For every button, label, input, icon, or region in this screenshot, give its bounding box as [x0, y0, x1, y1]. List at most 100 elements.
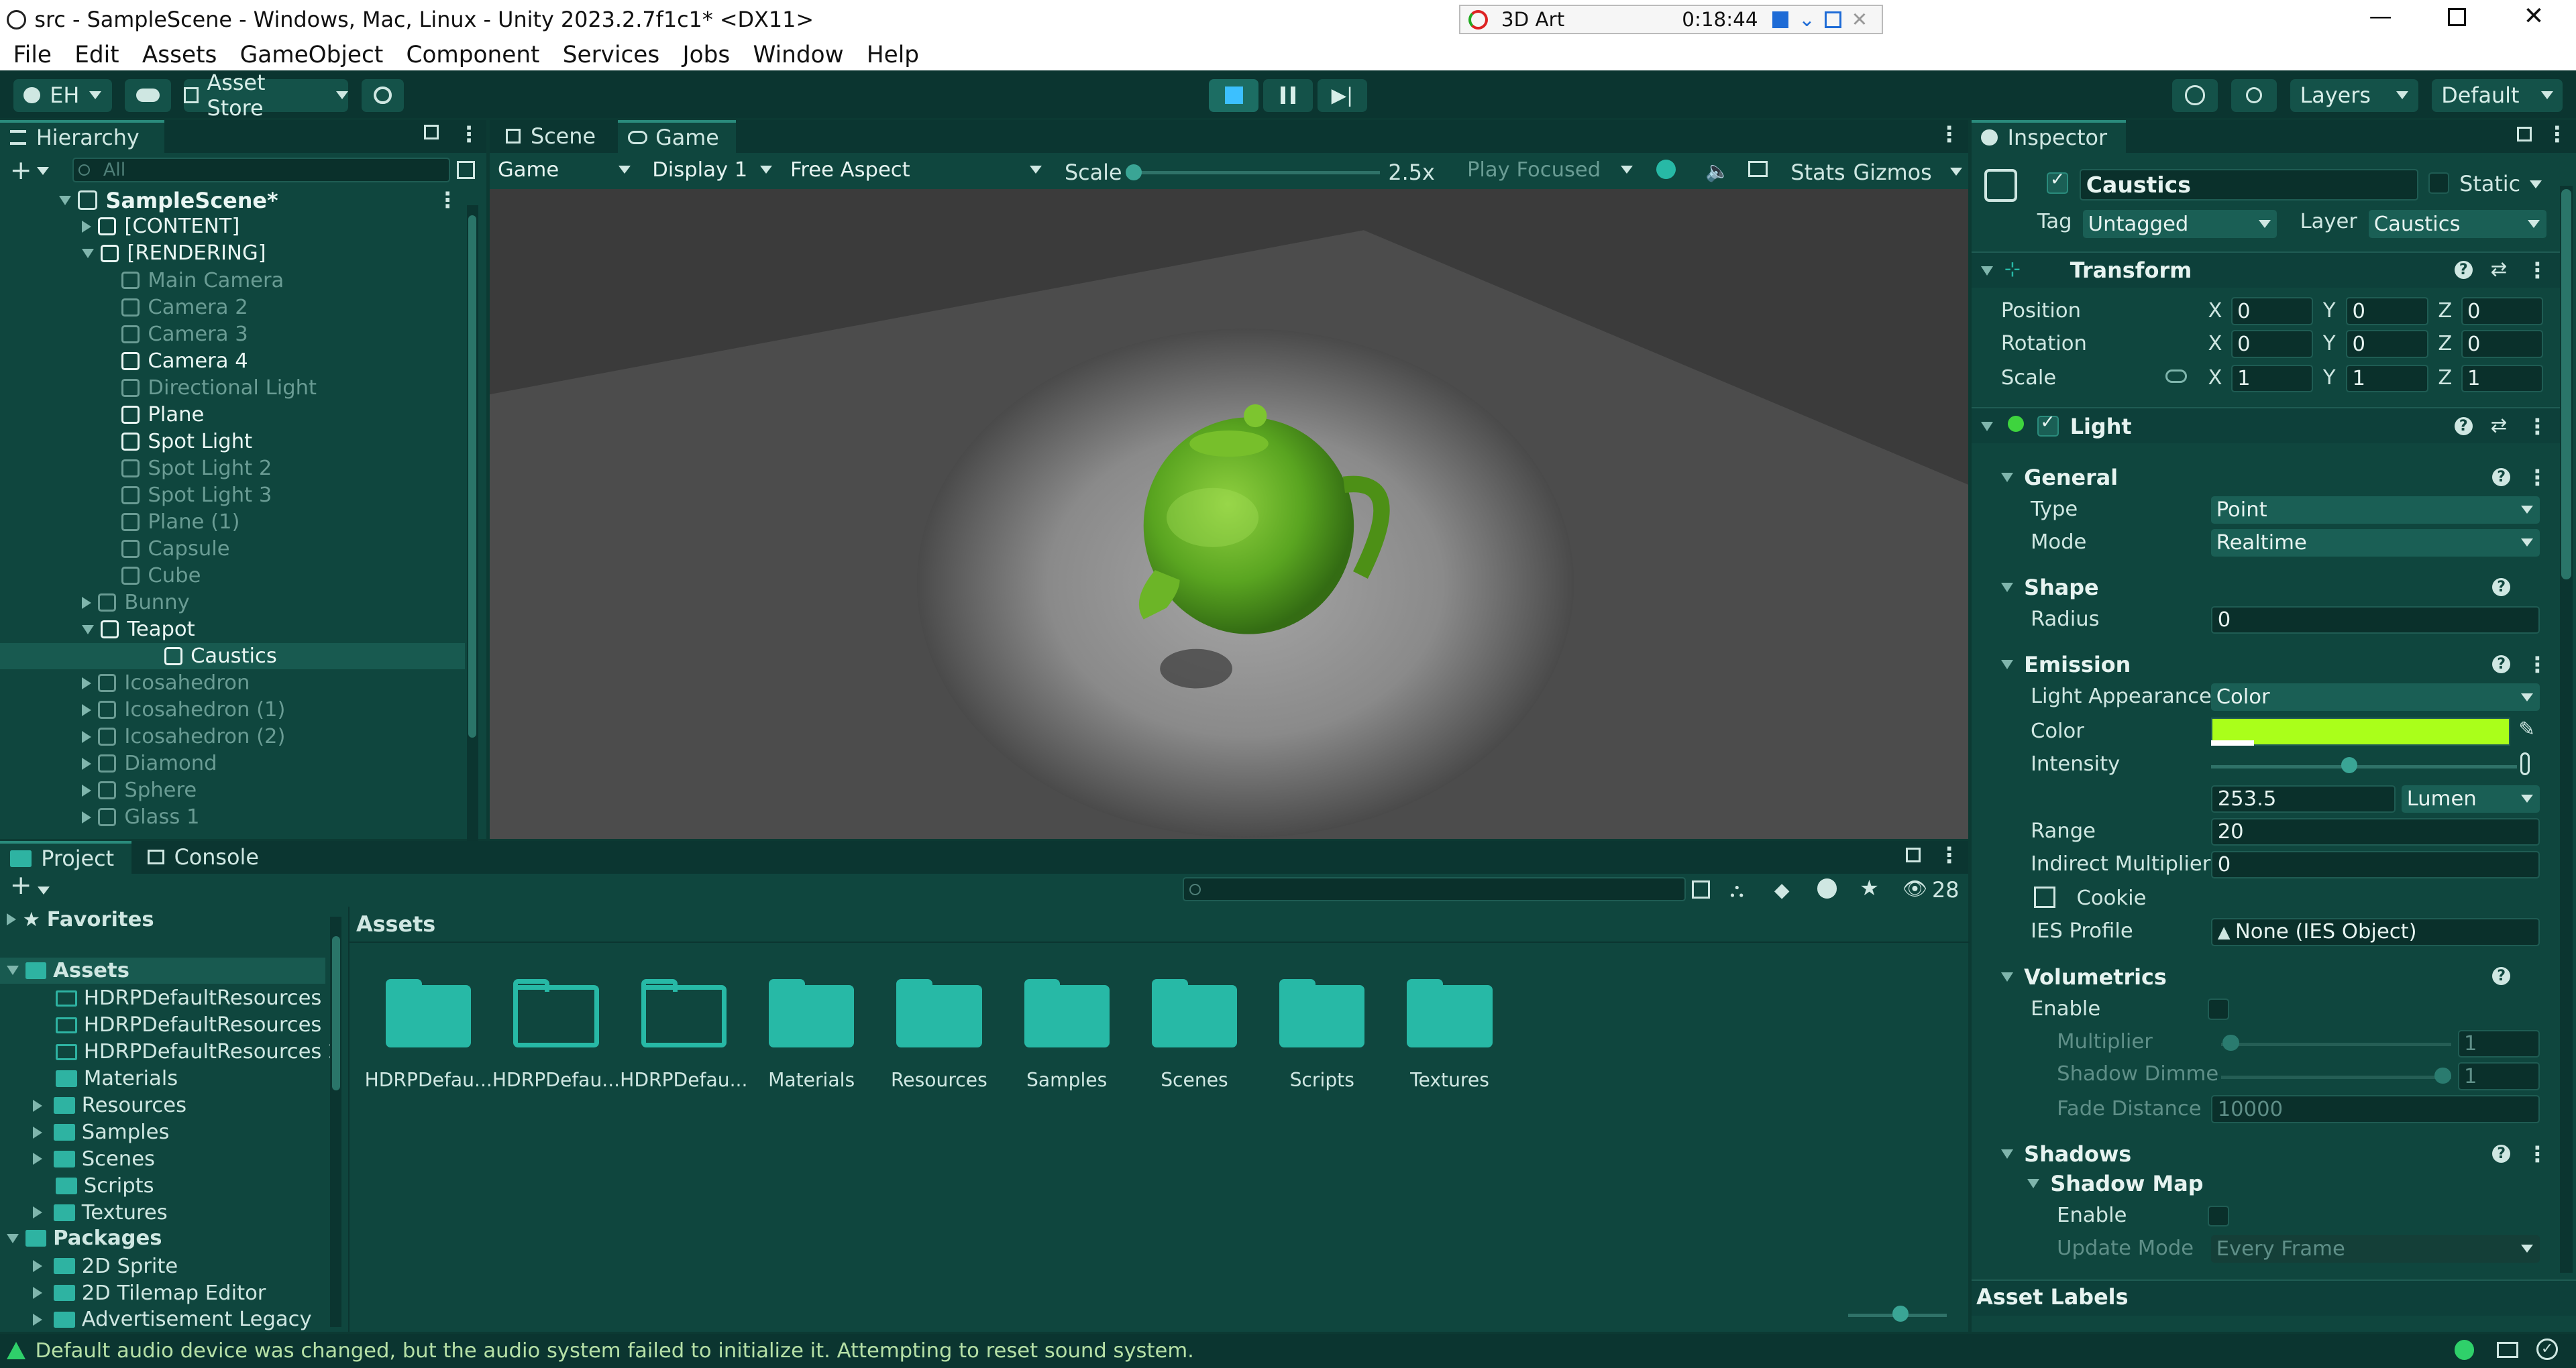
folder-label[interactable]: Materials	[746, 1069, 877, 1091]
packages-item[interactable]: Packages	[6, 1225, 162, 1251]
expand-icon[interactable]	[32, 1126, 42, 1139]
scene-menu-icon[interactable]: ⋮	[437, 187, 458, 213]
history-button[interactable]	[2171, 78, 2218, 112]
collapse-icon[interactable]	[2000, 660, 2013, 669]
tab-hierarchy[interactable]: Hierarchy	[0, 119, 164, 153]
hierarchy-item[interactable]: Directional Light	[105, 375, 317, 401]
display-dropdown[interactable]: Display 1	[647, 156, 779, 184]
folder-label[interactable]: Scenes	[1129, 1069, 1260, 1091]
intensity-slider-track[interactable]	[2211, 765, 2517, 769]
shadow-dimmer-slider-knob[interactable]	[2434, 1067, 2451, 1084]
hierarchy-item[interactable]: Spot Light 3	[105, 482, 272, 508]
folder-icon[interactable]	[768, 978, 855, 1048]
favorites-item[interactable]: ★ Favorites	[6, 907, 154, 933]
bug-icon[interactable]	[1656, 159, 1676, 179]
type-dropdown[interactable]: Point	[2211, 496, 2540, 524]
shadow-enable-checkbox[interactable]	[2208, 1205, 2230, 1227]
shadow-dimmer-field[interactable]: 1	[2457, 1062, 2540, 1091]
cache-server-icon[interactable]	[2497, 1341, 2519, 1359]
project-menu-icon[interactable]: ⋮	[1939, 842, 1960, 868]
menu-help[interactable]: Help	[867, 42, 919, 68]
shadow-dimmer-slider-track[interactable]	[2221, 1076, 2451, 1079]
hierarchy-item[interactable]: Icosahedron	[82, 670, 250, 696]
folder-label[interactable]: HDRPDefau...	[490, 1069, 622, 1091]
mode-dropdown[interactable]: Realtime	[2211, 528, 2540, 557]
multiplier-slider-knob[interactable]	[2222, 1034, 2239, 1051]
menu-services[interactable]: Services	[563, 42, 660, 68]
cookie-texture-icon[interactable]	[2033, 887, 2055, 909]
expand-icon[interactable]	[82, 757, 91, 770]
hierarchy-item[interactable]: [CONTENT]	[82, 213, 239, 239]
check-icon[interactable]: ✓	[2536, 1338, 2559, 1360]
add-icon[interactable]: +	[10, 156, 32, 186]
game-view-dropdown[interactable]: Game	[493, 156, 638, 184]
add-icon[interactable]: +	[10, 870, 32, 901]
lock-icon[interactable]	[423, 125, 439, 140]
multiplier-slider-track[interactable]	[2221, 1043, 2451, 1046]
color-swatch[interactable]	[2211, 718, 2511, 746]
expand-icon[interactable]	[32, 1206, 42, 1219]
expand-icon[interactable]	[82, 730, 91, 743]
pause-button[interactable]	[1263, 78, 1313, 112]
expand-icon[interactable]	[82, 811, 91, 823]
scale-x-field[interactable]: 1	[2231, 364, 2314, 393]
folder-icon[interactable]	[1279, 978, 1365, 1048]
expand-icon[interactable]	[6, 1233, 19, 1243]
inspector-menu-icon[interactable]: ⋮	[2546, 121, 2568, 147]
collapse-icon[interactable]	[2000, 473, 2013, 482]
expand-icon[interactable]	[32, 1099, 42, 1112]
hierarchy-item[interactable]: Bunny	[82, 589, 190, 616]
help-icon[interactable]: ?	[2454, 261, 2473, 280]
hierarchy-item[interactable]: Camera 4	[105, 348, 248, 374]
recorder-close-icon[interactable]: ✕	[1851, 8, 1868, 31]
component-menu-icon[interactable]: ⋮	[2527, 258, 2548, 283]
project-tree-item[interactable]: Materials	[56, 1066, 178, 1092]
menu-assets[interactable]: Assets	[142, 42, 217, 68]
package-tree-item[interactable]: 2D Tilemap Editor	[32, 1279, 266, 1306]
hierarchy-item[interactable]: Plane (1)	[105, 509, 239, 535]
help-icon[interactable]: ?	[2492, 967, 2511, 986]
gizmos-button[interactable]: Gizmos	[1853, 160, 1931, 185]
fade-distance-field[interactable]: 10000	[2211, 1095, 2540, 1124]
collapse-icon[interactable]	[2027, 1179, 2040, 1188]
close-window-icon[interactable]: ✕	[2524, 1, 2544, 30]
rotation-y-field[interactable]: 0	[2346, 330, 2428, 358]
rotation-z-field[interactable]: 0	[2461, 330, 2544, 358]
folder-icon[interactable]	[386, 978, 472, 1048]
recorder-chevron-icon[interactable]: ⌄	[1799, 8, 1815, 31]
inspector-scroll-thumb[interactable]	[2561, 188, 2571, 580]
folder-icon[interactable]	[1407, 978, 1493, 1048]
cloud-button[interactable]	[125, 78, 171, 112]
project-tree-item[interactable]: HDRPDefaultResources	[56, 985, 321, 1011]
folder-icon[interactable]	[896, 978, 982, 1048]
lock-icon[interactable]	[2516, 126, 2532, 141]
scale-z-field[interactable]: 1	[2461, 364, 2544, 393]
filter-icon[interactable]	[456, 160, 475, 179]
eyedropper-icon[interactable]: ✎	[2518, 718, 2535, 740]
expand-icon[interactable]	[32, 1313, 42, 1326]
hierarchy-item[interactable]: Icosahedron (2)	[82, 724, 285, 750]
tab-scene[interactable]: Scene	[496, 120, 606, 153]
package-button[interactable]	[361, 78, 405, 112]
folder-label[interactable]: Samples	[1001, 1069, 1132, 1091]
folder-label[interactable]: Scripts	[1256, 1069, 1388, 1091]
project-tree-scroll-thumb[interactable]	[331, 935, 340, 1091]
expand-icon[interactable]	[6, 913, 16, 926]
folder-icon[interactable]	[513, 978, 599, 1048]
component-menu-icon[interactable]: ⋮	[2527, 414, 2548, 439]
expand-icon[interactable]	[82, 248, 95, 258]
tab-inspector[interactable]: Inspector	[1971, 119, 2126, 153]
chevron-down-icon[interactable]	[1949, 167, 1962, 176]
search-scope-icon[interactable]	[1692, 880, 1711, 899]
step-button[interactable]: ▶|	[1318, 78, 1367, 112]
range-field[interactable]: 20	[2211, 817, 2540, 846]
folder-label[interactable]: HDRPDefau...	[363, 1069, 494, 1091]
game-menu-icon[interactable]: ⋮	[1939, 121, 1960, 147]
favorite-icon[interactable]: ★	[1860, 875, 1879, 901]
play-button[interactable]	[1209, 78, 1258, 112]
transform-header[interactable]	[1971, 251, 2563, 288]
search-button[interactable]	[2231, 78, 2277, 112]
maximize-icon[interactable]	[2448, 8, 2466, 27]
chevron-down-icon[interactable]	[36, 166, 49, 175]
scale-slider-track[interactable]	[1133, 170, 1381, 174]
